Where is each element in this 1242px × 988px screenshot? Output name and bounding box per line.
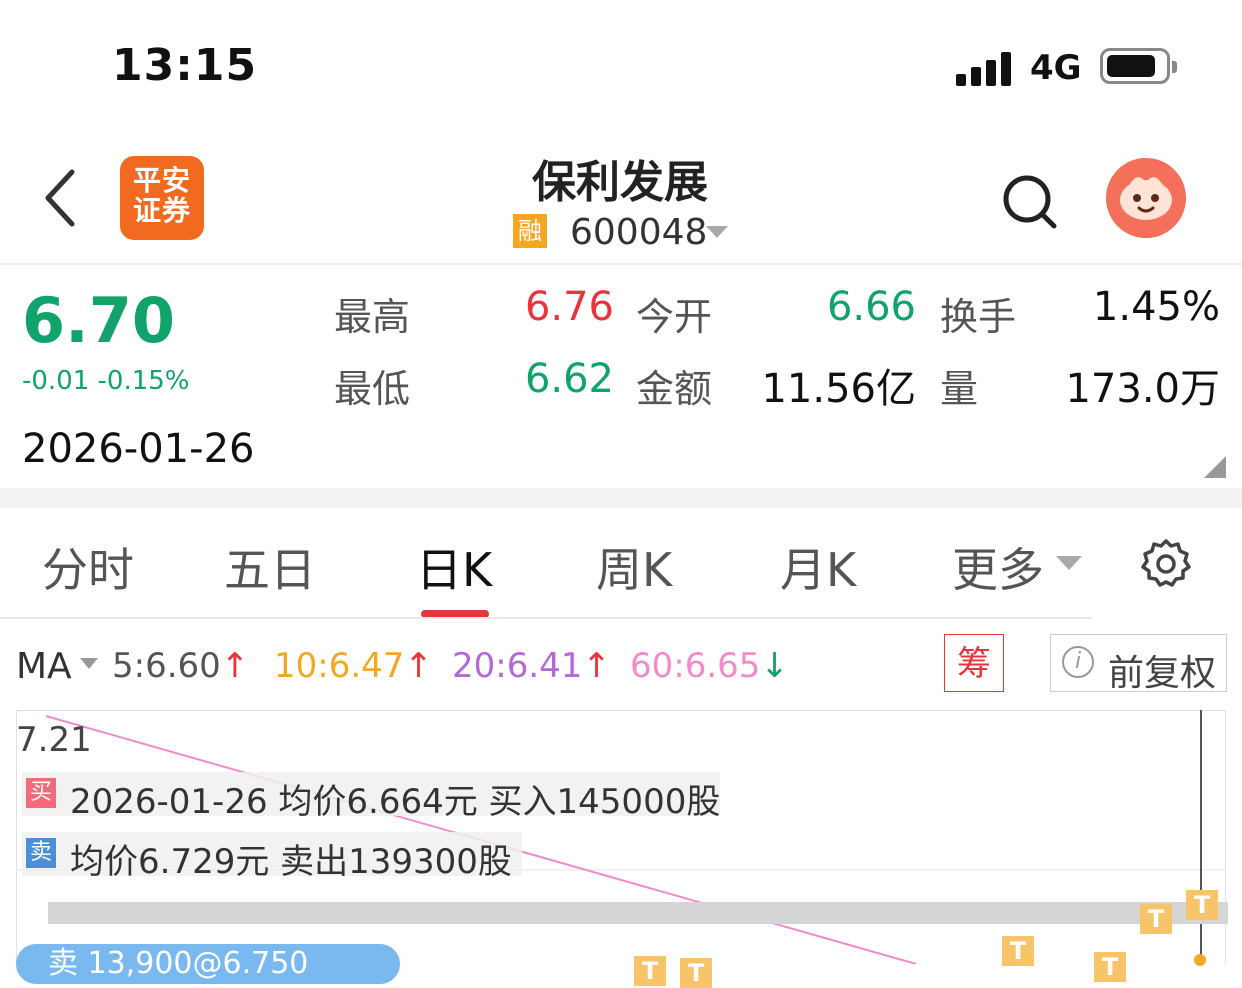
low-label: 最低 bbox=[334, 367, 411, 411]
logo-line-2: 证券 bbox=[132, 194, 191, 227]
tab-monthly-k[interactable]: 月K bbox=[780, 534, 856, 600]
cellular-signal-icon bbox=[956, 52, 1011, 86]
forward-adjust-label[interactable]: 前复权 bbox=[1108, 644, 1216, 696]
turnover-label: 换手 bbox=[940, 295, 1017, 339]
quote-date: 2026-01-26 bbox=[22, 426, 255, 472]
ma5-value: 5:6.60↑ bbox=[112, 646, 249, 686]
assistant-avatar-icon[interactable] bbox=[1106, 158, 1186, 238]
open-value: 6.66 bbox=[826, 284, 916, 330]
t-trade-marker[interactable]: T bbox=[1094, 952, 1126, 982]
network-type: 4G bbox=[1030, 48, 1082, 88]
stock-code[interactable]: 600048 bbox=[570, 212, 707, 253]
broker-logo: 平安 证券 bbox=[120, 156, 204, 240]
low-value: 6.62 bbox=[524, 356, 614, 402]
battery-icon bbox=[1100, 48, 1170, 84]
stock-code-dropdown-icon[interactable] bbox=[706, 226, 728, 238]
more-dropdown-icon[interactable] bbox=[1056, 556, 1082, 570]
chip-distribution-button[interactable]: 筹 bbox=[944, 634, 1004, 692]
volume-label: 量 bbox=[940, 367, 979, 411]
sell-trade-text: 均价6.729元 卖出139300股 bbox=[70, 842, 512, 882]
tab-weekly-k[interactable]: 周K bbox=[596, 534, 672, 600]
ma-label[interactable]: MA bbox=[16, 646, 72, 687]
high-label: 最高 bbox=[334, 295, 411, 339]
amount-label: 金额 bbox=[636, 367, 713, 411]
tab-intraday[interactable]: 分时 bbox=[42, 534, 134, 600]
ma-item-text: 5:6.60 bbox=[112, 646, 221, 686]
ma10-value: 10:6.47↑ bbox=[274, 646, 433, 686]
header-divider bbox=[0, 263, 1242, 265]
open-label: 今开 bbox=[636, 295, 713, 339]
crosshair-dot bbox=[1194, 954, 1206, 966]
price-change: -0.01 -0.15% bbox=[22, 366, 190, 396]
ma-arrow-icon: ↑ bbox=[582, 646, 611, 686]
buy-trade-text: 2026-01-26 均价6.664元 买入145000股 bbox=[70, 782, 721, 822]
current-price: 6.70 bbox=[22, 284, 175, 357]
ma-item-text: 20:6.41 bbox=[452, 646, 583, 686]
tab-more[interactable]: 更多 bbox=[952, 534, 1044, 600]
t-trade-marker[interactable]: T bbox=[680, 958, 712, 988]
status-time: 13:15 bbox=[112, 40, 258, 91]
search-icon[interactable] bbox=[1000, 172, 1060, 232]
turnover-value: 1.45% bbox=[1092, 284, 1220, 330]
ma60-value: 60:6.65↓ bbox=[630, 646, 789, 686]
t-trade-marker[interactable]: T bbox=[634, 956, 666, 986]
section-gap bbox=[0, 488, 1242, 508]
margin-trading-badge: 融 bbox=[513, 214, 547, 248]
tab-daily-k[interactable]: 日K bbox=[416, 534, 492, 600]
stock-name: 保利发展 bbox=[532, 157, 708, 208]
ma-item-text: 60:6.65 bbox=[630, 646, 761, 686]
logo-line-1: 平安 bbox=[132, 164, 191, 197]
t-trade-marker[interactable]: T bbox=[1186, 890, 1218, 920]
ma-item-text: 10:6.47 bbox=[274, 646, 405, 686]
sell-order-pill[interactable]: 卖 13,900@6.750 bbox=[16, 944, 400, 984]
buy-badge: 买 bbox=[26, 778, 56, 808]
info-icon[interactable]: i bbox=[1062, 646, 1094, 678]
y-axis-max-label: 7.21 bbox=[16, 720, 92, 760]
tabs-divider bbox=[0, 617, 1092, 619]
ma20-value: 20:6.41↑ bbox=[452, 646, 611, 686]
t-trade-marker[interactable]: T bbox=[1140, 904, 1172, 934]
volume-value: 173.0万 bbox=[1065, 366, 1220, 412]
highlight-band bbox=[48, 902, 1228, 924]
sell-badge: 卖 bbox=[26, 838, 56, 868]
high-value: 6.76 bbox=[524, 284, 614, 330]
expand-corner-icon[interactable] bbox=[1204, 456, 1226, 478]
gear-icon[interactable] bbox=[1140, 538, 1192, 590]
battery-tip bbox=[1172, 61, 1177, 73]
amount-value: 11.56亿 bbox=[761, 366, 916, 412]
tab-five-day[interactable]: 五日 bbox=[224, 534, 316, 600]
back-icon[interactable] bbox=[40, 168, 80, 228]
ma-dropdown-icon[interactable] bbox=[80, 658, 98, 669]
ma-arrow-icon: ↑ bbox=[220, 646, 250, 686]
t-trade-marker[interactable]: T bbox=[1002, 936, 1034, 966]
ma-arrow-icon: ↑ bbox=[404, 646, 433, 686]
ma-arrow-icon: ↓ bbox=[760, 646, 789, 686]
